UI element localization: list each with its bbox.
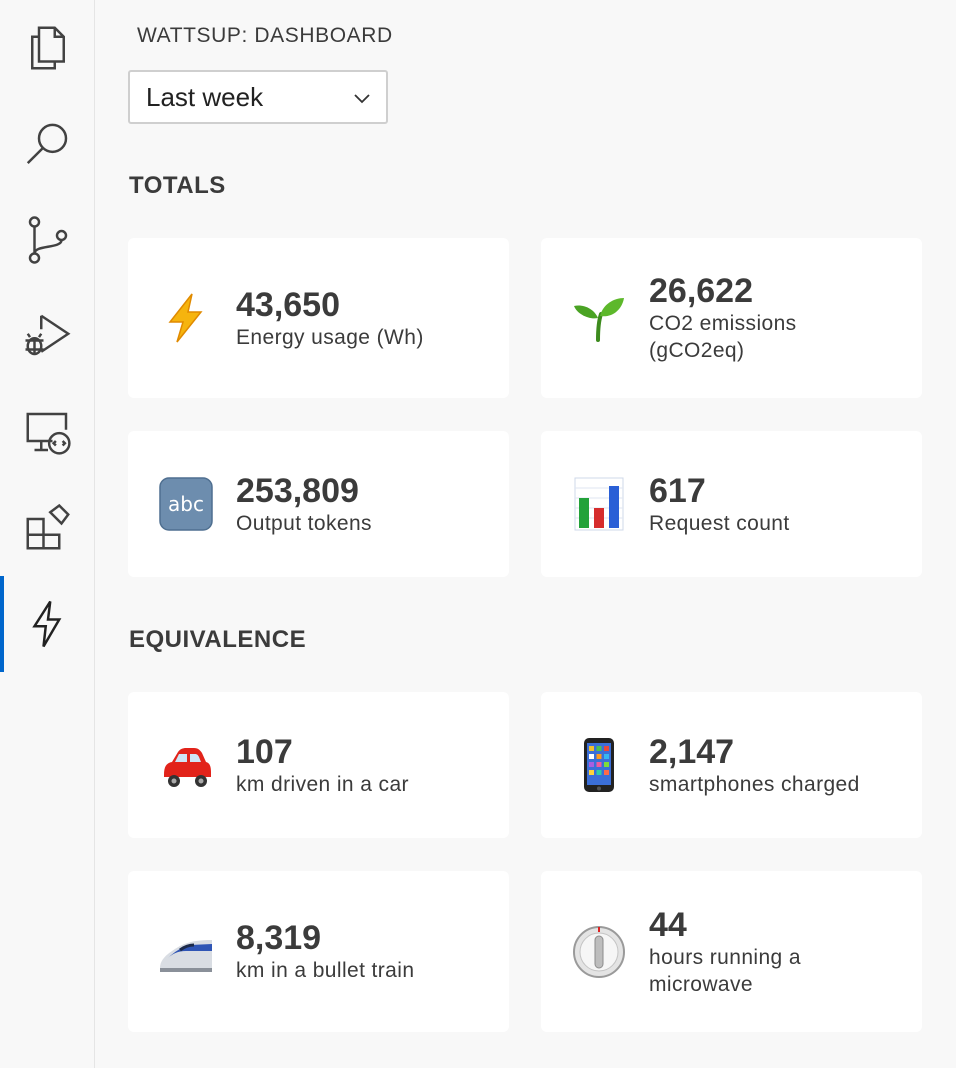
stat-card-tokens: abc 253,809 Output tokens — [128, 431, 509, 577]
time-range-value: Last week — [146, 81, 264, 112]
car-icon — [158, 737, 214, 793]
seedling-icon — [571, 290, 627, 346]
stat-value: 26,622 — [649, 272, 753, 310]
timer-icon — [571, 924, 627, 980]
stat-card-energy: 43,650 Energy usage (Wh) — [128, 238, 509, 398]
equiv-label: hours running a microwave — [649, 945, 801, 996]
search-icon[interactable] — [0, 96, 95, 192]
extensions-icon[interactable] — [0, 480, 95, 576]
stat-label: CO2 emissions (gCO2eq) — [649, 312, 797, 362]
stat-value: 43,650 — [236, 285, 340, 324]
section-title-totals: TOTALS — [129, 172, 226, 199]
equiv-value: 8,319 — [236, 919, 322, 957]
bullet-train-icon — [158, 924, 214, 980]
bar-chart-icon — [571, 476, 627, 532]
equiv-card-train: 8,319 km in a bullet train — [128, 871, 509, 1032]
stat-value: 253,809 — [236, 471, 359, 510]
abc-icon: abc — [158, 476, 214, 532]
stat-card-requests: 617 Request count — [541, 431, 922, 577]
chevron-down-icon — [354, 94, 370, 104]
equiv-card-smartphone: 2,147 smartphones charged — [541, 692, 922, 838]
run-debug-icon[interactable] — [0, 288, 95, 384]
stat-card-co2: 26,622 CO2 emissions (gCO2eq) — [541, 238, 922, 398]
equiv-value: 44 — [649, 905, 687, 944]
equiv-card-car: 107 km driven in a car — [128, 692, 509, 838]
equiv-value: 107 — [236, 732, 293, 771]
time-range-select[interactable]: Last week — [128, 70, 388, 124]
smartphone-icon — [571, 737, 627, 793]
stat-label: Energy usage (Wh) — [236, 325, 424, 349]
equiv-card-microwave: 44 hours running a microwave — [541, 871, 922, 1032]
activity-bar — [0, 0, 95, 1068]
equiv-label: km driven in a car — [236, 772, 409, 796]
stat-value: 617 — [649, 471, 706, 510]
lightning-icon — [158, 290, 214, 346]
remote-explorer-icon[interactable] — [0, 384, 95, 480]
dashboard-panel: WATTSUP: DASHBOARD Last week TOTALS 43,6… — [96, 0, 956, 1068]
wattsup-icon[interactable] — [0, 576, 95, 672]
section-title-equivalence: EQUIVALENCE — [129, 626, 307, 653]
stat-label: Request count — [649, 511, 790, 535]
equiv-value: 2,147 — [649, 732, 735, 771]
svg-text:abc: abc — [168, 492, 204, 516]
equiv-label: smartphones charged — [649, 772, 860, 796]
source-control-icon[interactable] — [0, 192, 95, 288]
panel-title: WATTSUP: DASHBOARD — [137, 24, 393, 47]
explorer-icon[interactable] — [0, 0, 95, 96]
stat-label: Output tokens — [236, 511, 372, 535]
equiv-label: km in a bullet train — [236, 959, 415, 982]
